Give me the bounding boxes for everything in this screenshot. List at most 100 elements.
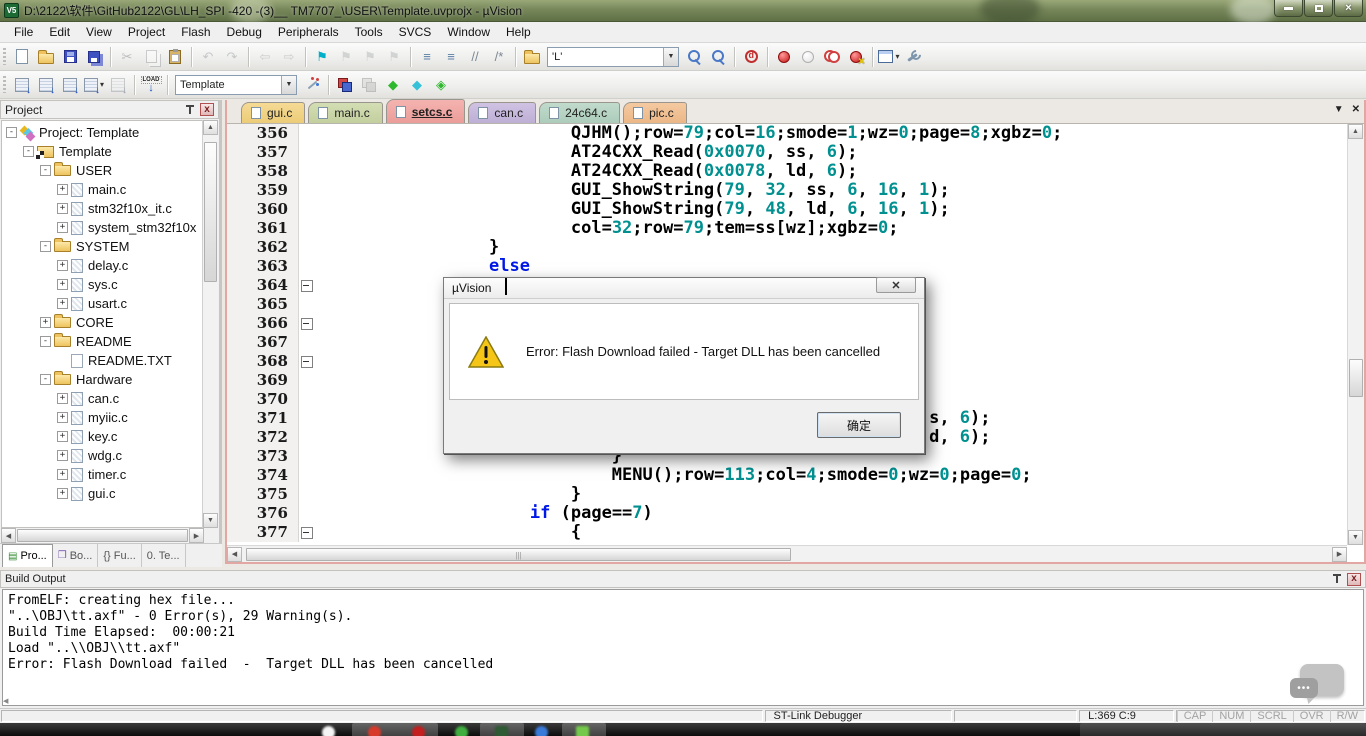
code-line[interactable]: 359GUI_ShowString(79, 32, ss, 6, 16, 1); — [227, 181, 1347, 200]
open-file-icon[interactable] — [35, 46, 57, 68]
fold-marker[interactable] — [299, 314, 315, 333]
expand-icon[interactable]: + — [57, 450, 68, 461]
tree-item-system-stm32f10x[interactable]: +system_stm32f10x — [2, 218, 203, 237]
tree-item-myiic-c[interactable]: +myiic.c — [2, 408, 203, 427]
editor-scrollbar-vertical[interactable]: ▲ ▼ — [1347, 124, 1364, 545]
scroll-up-icon[interactable]: ▲ — [1348, 124, 1363, 139]
project-scrollbar-vertical[interactable]: ▲ ▼ — [202, 120, 218, 528]
taskbar-app-icon[interactable] — [368, 726, 381, 736]
tree-item-can-c[interactable]: +can.c — [2, 389, 203, 408]
ok-button[interactable]: 确定 — [817, 412, 901, 438]
scroll-down-icon[interactable]: ▼ — [1348, 530, 1363, 545]
tree-item-template[interactable]: -Template — [2, 142, 203, 161]
code-line[interactable]: 357AT24CXX_Read(0x0070, ss, 6); — [227, 143, 1347, 162]
windows-taskbar[interactable] — [0, 723, 1366, 736]
taskbar-app-icon[interactable] — [535, 726, 548, 736]
fold-marker[interactable] — [299, 523, 315, 542]
taskbar-app-icon[interactable] — [576, 726, 589, 736]
expand-icon[interactable]: + — [57, 393, 68, 404]
insert-breakpoint-icon[interactable] — [773, 46, 795, 68]
build-output-close-icon[interactable]: x — [1347, 573, 1361, 586]
tree-item-readme-txt[interactable]: README.TXT — [2, 351, 203, 370]
select-software-packs-icon[interactable]: ◆ — [406, 74, 428, 96]
project-scrollbar-horizontal[interactable]: ◀ ▶ — [1, 528, 204, 543]
pin-icon[interactable] — [184, 104, 196, 116]
target-combo-dropdown-icon[interactable]: ▼ — [281, 76, 296, 94]
save-all-icon[interactable] — [83, 46, 105, 68]
expand-icon[interactable]: + — [57, 203, 68, 214]
collapse-icon[interactable]: - — [40, 336, 51, 347]
file-tab-pic-c[interactable]: pic.c — [623, 102, 687, 123]
file-tab-can-c[interactable]: can.c — [468, 102, 536, 123]
scroll-thumb[interactable] — [204, 142, 217, 282]
window-layout-icon[interactable]: ▾ — [878, 46, 900, 68]
scroll-right-icon[interactable]: ▶ — [1332, 547, 1347, 562]
editor-scrollbar-horizontal[interactable]: ◀ ▶ — [227, 545, 1347, 562]
translate-icon[interactable] — [11, 74, 33, 96]
expand-icon[interactable]: + — [57, 298, 68, 309]
expand-icon[interactable]: + — [57, 184, 68, 195]
code-line[interactable]: 375} — [227, 485, 1347, 504]
download-icon[interactable]: LOAD↓ — [140, 74, 162, 96]
find-in-files-icon[interactable] — [521, 46, 543, 68]
taskbar-app-icon[interactable] — [455, 726, 468, 736]
tree-item-core[interactable]: +CORE — [2, 313, 203, 332]
tree-item-readme[interactable]: -README — [2, 332, 203, 351]
scroll-thumb[interactable] — [246, 548, 791, 561]
save-icon[interactable] — [59, 46, 81, 68]
code-line[interactable]: 361col=32;row=79;tem=ss[wz];xgbz=0; — [227, 219, 1347, 238]
tree-item-gui-c[interactable]: +gui.c — [2, 484, 203, 503]
code-line[interactable]: 363else — [227, 257, 1347, 276]
menu-item-view[interactable]: View — [78, 23, 120, 41]
expand-icon[interactable]: + — [57, 431, 68, 442]
pack-installer-icon[interactable]: ◈ — [430, 74, 452, 96]
file-tab-main-c[interactable]: main.c — [308, 102, 382, 123]
target-options-icon[interactable] — [301, 74, 323, 96]
floating-chat-widget[interactable]: ••• — [1286, 656, 1350, 712]
tree-item-delay-c[interactable]: +delay.c — [2, 256, 203, 275]
taskbar-app-icon[interactable] — [322, 726, 335, 736]
search-combo[interactable]: 'L'▼ — [547, 47, 679, 67]
tree-item-project-template[interactable]: -Project: Template — [2, 123, 203, 142]
menu-item-debug[interactable]: Debug — [219, 23, 270, 41]
expand-icon[interactable]: + — [57, 412, 68, 423]
menu-item-flash[interactable]: Flash — [173, 23, 218, 41]
disable-breakpoint-icon[interactable] — [821, 46, 843, 68]
collapse-icon[interactable]: - — [40, 165, 51, 176]
menu-item-window[interactable]: Window — [439, 23, 498, 41]
expand-icon[interactable]: + — [57, 488, 68, 499]
workspace-tab-pro[interactable]: ▤Pro... — [2, 544, 53, 567]
restore-button[interactable] — [1304, 0, 1333, 17]
menu-item-project[interactable]: Project — [120, 23, 173, 41]
insert-bookmark-icon[interactable]: ⚑ — [311, 46, 333, 68]
workspace-tab-0-te[interactable]: 0. Te... — [142, 544, 186, 567]
code-line[interactable]: 374MENU();row=113;col=4;smode=0;wz=0;pag… — [227, 466, 1347, 485]
menu-item-help[interactable]: Help — [498, 23, 539, 41]
tree-item-stm32f10x-it-c[interactable]: +stm32f10x_it.c — [2, 199, 203, 218]
expand-icon[interactable]: + — [40, 317, 51, 328]
collapse-icon[interactable]: - — [40, 374, 51, 385]
taskbar-app-icon[interactable] — [412, 726, 425, 736]
fold-marker[interactable] — [299, 352, 315, 371]
target-combo[interactable]: Template▼ — [175, 75, 297, 95]
collapse-icon[interactable]: - — [40, 241, 51, 252]
menu-item-file[interactable]: File — [6, 23, 41, 41]
tree-item-usart-c[interactable]: +usart.c — [2, 294, 203, 313]
indent-icon[interactable]: ≡ — [416, 46, 438, 68]
scroll-down-icon[interactable]: ▼ — [203, 513, 218, 528]
file-tab-24c64-c[interactable]: 24c64.c — [539, 102, 620, 123]
code-line[interactable]: 377{ — [227, 523, 1347, 542]
manage-project-items-icon[interactable] — [334, 74, 356, 96]
build-output-log[interactable]: FromELF: creating hex file..."..\OBJ\tt.… — [2, 589, 1364, 706]
scroll-thumb[interactable] — [17, 529, 188, 542]
collapse-icon[interactable]: - — [6, 127, 17, 138]
tree-item-hardware[interactable]: -Hardware — [2, 370, 203, 389]
code-line[interactable]: 376if (page==7) — [227, 504, 1347, 523]
project-close-icon[interactable]: x — [200, 103, 214, 116]
expand-icon[interactable]: + — [57, 469, 68, 480]
menu-item-tools[interactable]: Tools — [347, 23, 391, 41]
code-line[interactable]: 356QJHM();row=79;col=16;smode=1;wz=0;pag… — [227, 124, 1347, 143]
expand-icon[interactable]: + — [57, 279, 68, 290]
search-combo-dropdown-icon[interactable]: ▼ — [663, 48, 678, 66]
tree-item-timer-c[interactable]: +timer.c — [2, 465, 203, 484]
